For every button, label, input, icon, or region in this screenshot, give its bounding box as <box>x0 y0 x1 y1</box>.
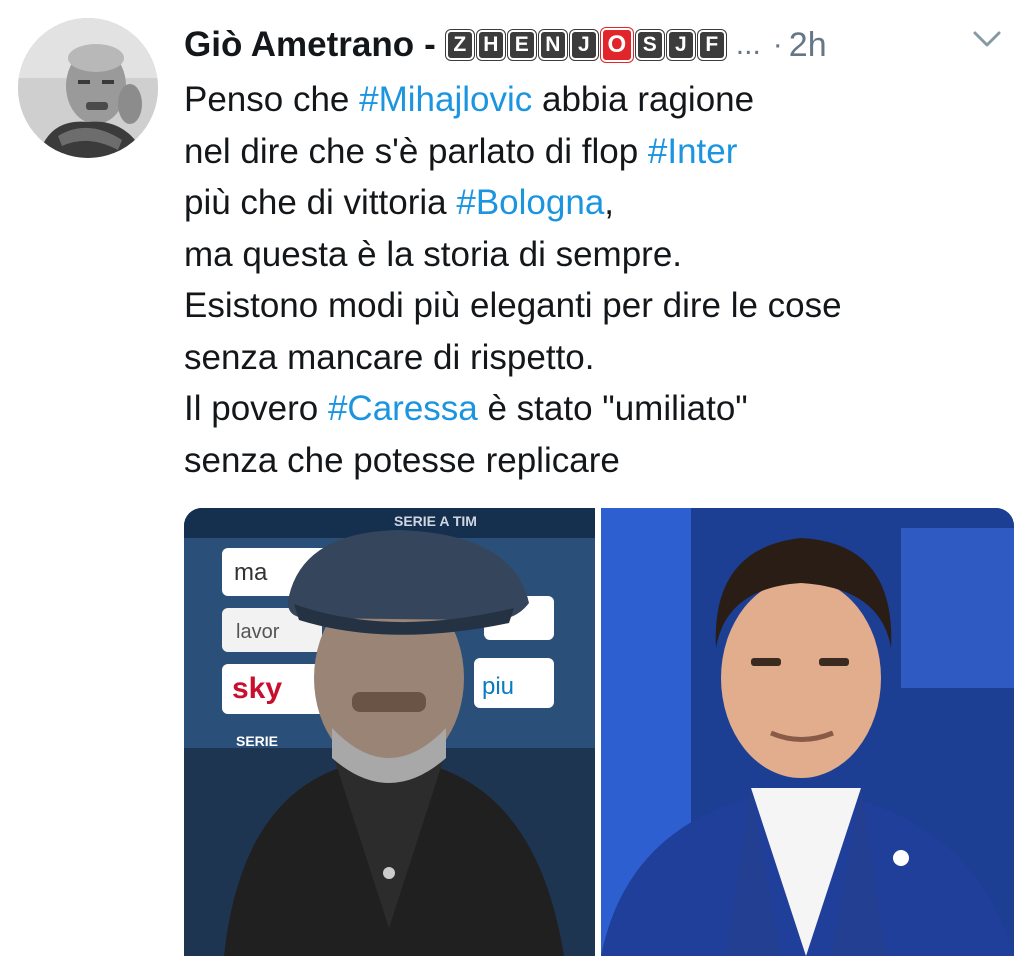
author-name[interactable]: Giò Ametrano <box>184 25 414 65</box>
letter-badge: O <box>600 28 633 62</box>
hashtag-link[interactable]: #Bologna <box>456 183 604 222</box>
tweet-line: senza che potesse replicare <box>184 435 1004 487</box>
name-separator: - <box>424 25 436 64</box>
letter-badge: S <box>635 30 664 60</box>
tweet-line: nel dire che s'è parlato di flop #Inter <box>184 126 1004 178</box>
tweet-text-segment: Penso che <box>184 80 360 119</box>
letter-badge: J <box>569 30 598 60</box>
tweet-line: Il povero #Caressa è stato "umiliato" <box>184 383 1004 435</box>
tweet-line: senza mancare di rispetto. <box>184 332 1004 384</box>
tweet-text-segment: senza che potesse replicare <box>184 440 620 480</box>
tweet-media[interactable]: ma lavor sky piu SERIE SERIE A TIM <box>184 508 1014 956</box>
sponsor-logo-lavor: lavor <box>236 621 280 643</box>
avatar-image <box>18 18 158 158</box>
sponsor-logo-sky: sky <box>232 672 282 705</box>
photo-mihajlovic[interactable]: ma lavor sky piu SERIE SERIE A TIM <box>184 508 595 956</box>
photo-caressa[interactable] <box>601 508 1014 956</box>
letter-badge: H <box>476 30 505 60</box>
sponsor-logo-ma: ma <box>234 559 268 586</box>
press-conference-photo: ma lavor sky piu SERIE SERIE A TIM <box>184 508 595 956</box>
hashtag-link[interactable]: #Inter <box>648 132 738 171</box>
tweet-text: Penso che #Mihajlovic abbia ragione nel d… <box>184 74 1004 486</box>
tweet-text-segment: , <box>604 183 615 222</box>
tweet-text-segment: ma questa è la storia di sempre. <box>184 234 683 274</box>
sponsor-logo-piu: piu <box>482 673 514 700</box>
sponsor-logo-serie-a-tim: SERIE A TIM <box>394 513 477 529</box>
tweet-text-segment: abbia ragione <box>532 80 755 119</box>
tweet-line: più che di vittoria #Bologna, <box>184 177 1004 229</box>
hashtag-link[interactable]: #Caressa <box>328 389 478 428</box>
letter-badge: F <box>697 30 726 60</box>
letter-badge: J <box>666 30 695 60</box>
letter-badge: N <box>538 30 567 60</box>
tweet-text-segment: nel dire che s'è parlato di flop <box>184 131 648 171</box>
hashtag-link[interactable]: #Mihajlovic <box>359 80 532 119</box>
tweet-header: Giò Ametrano - ZHENJOSJF ... · 2h <box>184 20 827 70</box>
sponsor-logo-serie: SERIE <box>236 733 278 749</box>
tweet-text-segment: più che di vittoria <box>184 183 457 222</box>
tweet-text-segment: Esistono modi più eleganti per dire le c… <box>184 286 842 325</box>
tweet-text-segment: senza mancare di rispetto. <box>184 337 595 377</box>
tweet-timestamp[interactable]: 2h <box>789 26 827 65</box>
time-separator: · <box>772 28 783 61</box>
letter-badge: Z <box>445 30 474 60</box>
author-avatar[interactable] <box>18 18 158 158</box>
letter-badge: E <box>507 30 536 60</box>
tweet-text-segment: è stato "umiliato" <box>477 389 748 428</box>
tweet-line: Esistono modi più eleganti per dire le c… <box>184 280 1004 332</box>
tweet-line: ma questa è la storia di sempre. <box>184 229 1004 281</box>
name-letter-badges: ZHENJOSJF <box>445 28 726 62</box>
chevron-down-icon[interactable] <box>972 28 1002 50</box>
name-ellipsis: ... <box>735 28 761 61</box>
tweet-text-segment: Il povero <box>184 389 328 428</box>
tweet-line: Penso che #Mihajlovic abbia ragione <box>184 74 1004 126</box>
tv-studio-photo <box>601 508 1014 956</box>
